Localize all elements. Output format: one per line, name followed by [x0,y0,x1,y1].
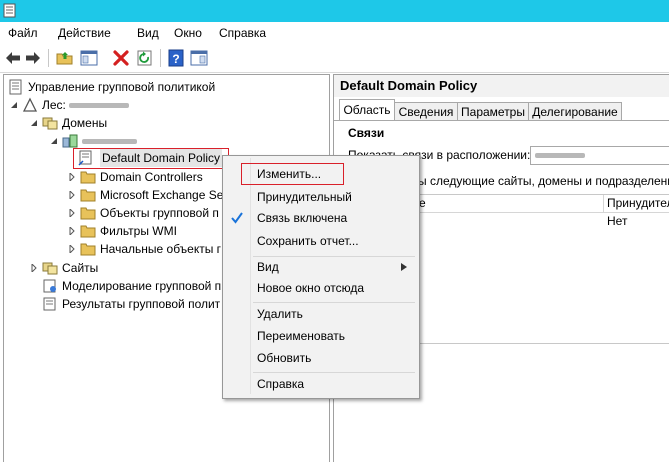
tree-item-label: Моделирование групповой п [62,279,222,293]
menu-gutter [250,158,251,394]
menu-item-enforced[interactable]: Принудительный [257,187,352,207]
collapsed-arrow-icon[interactable] [68,173,76,181]
tab-divider [334,120,669,121]
toolbar: ? [0,44,669,73]
gpo-folder-icon [80,207,96,220]
menu-file[interactable]: Файл [8,26,38,40]
collapsed-arrow-icon[interactable] [68,245,76,253]
svg-text:?: ? [172,52,179,66]
menu-view[interactable]: Вид [137,26,159,40]
links-heading: Связи [348,126,385,140]
forest-icon [22,97,38,112]
menu-separator [253,302,415,303]
menu-item-rename[interactable]: Переименовать [257,326,345,346]
ou-folder-icon [80,171,96,184]
tab-scope[interactable]: Область [339,99,395,121]
forward-icon[interactable] [24,49,42,67]
wmi-folder-icon [80,225,96,238]
tree-item-label: Microsoft Exchange Se [100,188,224,202]
toolbar-separator [48,49,49,67]
tree-item-label: Начальные объекты г [100,242,222,256]
menu-item-view[interactable]: Вид [257,257,279,277]
back-icon[interactable] [4,49,22,67]
refresh-icon[interactable] [136,49,154,67]
location-combobox[interactable] [530,146,669,165]
results-icon [43,297,56,311]
delete-icon[interactable] [112,49,130,67]
tree-item-label: Default Domain Policy [100,149,223,167]
menu-item-link-enabled[interactable]: Связь включена [257,208,347,228]
menu-separator [253,372,415,373]
column-location[interactable]: е [419,196,426,210]
menu-action[interactable]: Действие [58,26,111,40]
show-hide-tree-icon[interactable] [80,49,98,67]
menu-item-refresh[interactable]: Обновить [257,348,311,368]
column-enforced[interactable]: Принудитель [607,196,669,210]
domain-icon [62,134,78,148]
menu-item-save-report[interactable]: Сохранить отчет... [257,231,359,251]
gpo-link-icon [78,150,92,166]
expanded-arrow-icon[interactable] [30,119,38,127]
linked-text: ы следующие сайты, домены и подразделени… [418,174,669,188]
ou-folder-icon [80,189,96,202]
menu-help[interactable]: Справка [219,26,266,40]
sites-icon [42,262,58,275]
collapsed-arrow-icon[interactable] [68,227,76,235]
gpm-icon [9,79,22,95]
tab-settings[interactable]: Параметры [457,102,529,121]
domains-icon [42,117,58,130]
modeling-icon [43,279,56,293]
tree-forest-label: Лес: [42,96,130,114]
column-divider [603,195,604,212]
properties-icon[interactable] [190,49,208,67]
tree-item-label: Сайты [62,261,99,275]
checkmark-icon [231,212,243,224]
menu-item-new-window[interactable]: Новое окно отсюда [257,278,364,298]
app-icon [3,3,16,18]
tab-delegation[interactable]: Делегирование [528,102,622,121]
context-menu: Изменить... Принудительный Связь включен… [222,155,420,399]
menu-item-edit[interactable]: Изменить... [257,164,321,184]
collapsed-arrow-icon[interactable] [68,209,76,217]
up-folder-icon[interactable] [56,49,74,67]
cell-enforced: Нет [607,214,628,228]
help-icon[interactable]: ? [167,49,185,67]
toolbar-separator [160,49,161,67]
menu-bar: Файл Действие Вид Окно Справка [0,22,669,44]
tree-item-label: Domain Controllers [100,170,203,184]
expanded-arrow-icon[interactable] [50,137,58,145]
tree-root-label: Управление групповой политикой [28,80,216,94]
tree-item-label: Результаты групповой полит [62,297,221,311]
submenu-arrow-icon [401,263,407,271]
collapsed-arrow-icon[interactable] [68,191,76,199]
tab-details[interactable]: Сведения [394,102,458,121]
menu-item-delete[interactable]: Удалить [257,304,303,324]
details-header: Default Domain Policy [334,75,669,97]
details-title: Default Domain Policy [340,78,478,93]
title-bar [0,0,669,22]
collapsed-arrow-icon[interactable] [30,264,38,272]
expanded-arrow-icon[interactable] [10,101,18,109]
tree-domains-label: Домены [62,116,108,130]
tree-item-label: Объекты групповой п [100,206,219,220]
menu-window[interactable]: Окно [174,26,202,40]
tree-item-label: Фильтры WMI [100,224,177,238]
starter-folder-icon [80,243,96,256]
menu-item-help[interactable]: Справка [257,374,304,394]
